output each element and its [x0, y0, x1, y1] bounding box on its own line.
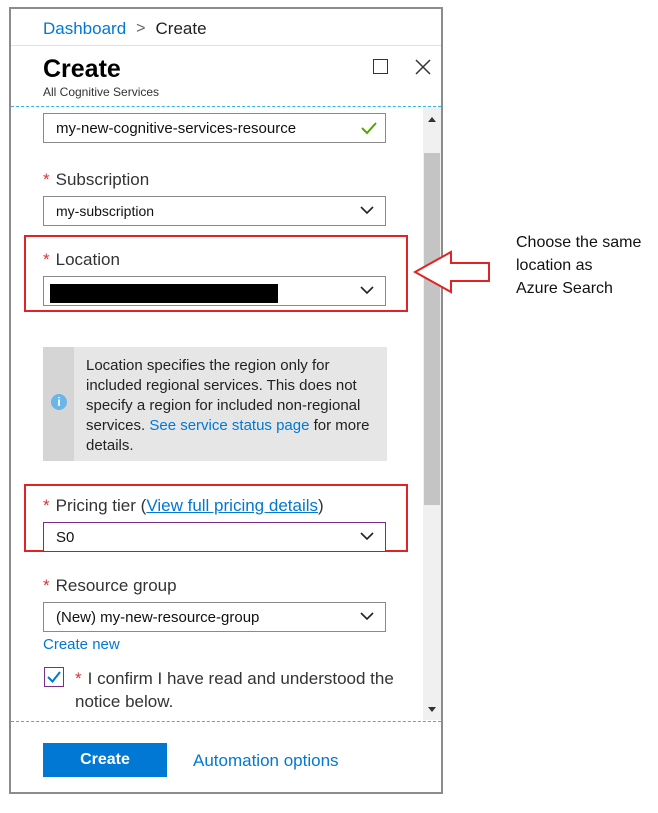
- create-blade: Dashboard > Create Create All Cognitive …: [9, 7, 443, 794]
- scrollbar-thumb[interactable]: [424, 153, 440, 505]
- required-marker: *: [75, 669, 82, 688]
- blade-title: Create: [43, 55, 121, 83]
- subscription-label-text: Subscription: [55, 170, 150, 189]
- chevron-down-icon: [360, 532, 374, 541]
- checkmark-icon: [47, 671, 61, 684]
- subscription-label: * Subscription: [43, 170, 149, 190]
- chevron-down-icon: [360, 206, 374, 215]
- info-icon: i: [51, 394, 67, 410]
- breadcrumb-current: Create: [155, 19, 207, 38]
- breadcrumb-dashboard-link[interactable]: Dashboard: [43, 19, 126, 39]
- service-status-link[interactable]: See service status page: [149, 417, 309, 434]
- resource-name-input[interactable]: my-new-cognitive-services-resource: [43, 113, 386, 143]
- required-marker: *: [43, 170, 50, 189]
- create-button[interactable]: Create: [43, 743, 167, 777]
- breadcrumb-divider: [11, 45, 441, 46]
- subscription-dropdown[interactable]: my-subscription: [43, 196, 386, 226]
- pricing-tier-dropdown[interactable]: S0: [43, 522, 386, 552]
- subscription-value: my-subscription: [56, 203, 155, 219]
- create-new-resource-group-link[interactable]: Create new: [43, 636, 120, 653]
- close-icon: [415, 59, 431, 75]
- footer-divider: [11, 721, 441, 722]
- view-pricing-details-link[interactable]: View full pricing details: [146, 496, 318, 515]
- location-dropdown[interactable]: [43, 276, 386, 306]
- scroll-down-arrow-icon[interactable]: [427, 706, 437, 714]
- annotation-line-1: Choose the same: [516, 234, 642, 251]
- annotation-line-2: location as: [516, 257, 593, 274]
- chevron-down-icon: [360, 612, 374, 621]
- resource-group-dropdown[interactable]: (New) my-new-resource-group: [43, 602, 386, 632]
- confirm-checkbox[interactable]: [44, 667, 64, 687]
- location-label: * Location: [43, 250, 120, 270]
- required-marker: *: [43, 576, 50, 595]
- annotation-note: Choose the same location as Azure Search: [516, 231, 656, 300]
- scroll-up-arrow-icon[interactable]: [427, 115, 437, 123]
- pricing-tier-label-text: Pricing tier: [55, 496, 136, 515]
- close-button[interactable]: [413, 57, 433, 77]
- blade-subtitle: All Cognitive Services: [43, 85, 160, 99]
- required-marker: *: [43, 496, 50, 515]
- breadcrumb-separator: >: [136, 20, 146, 37]
- resource-group-label: * Resource group: [43, 576, 177, 596]
- chevron-down-icon: [360, 286, 374, 295]
- automation-options-link[interactable]: Automation options: [193, 751, 339, 771]
- maximize-button[interactable]: [371, 57, 391, 77]
- annotation-line-3: Azure Search: [516, 280, 613, 297]
- paren-close: ): [318, 496, 324, 515]
- confirm-text-body: I confirm I have read and understood the…: [75, 669, 394, 711]
- breadcrumb: Dashboard > Create: [43, 17, 207, 41]
- info-text: Location specifies the region only for i…: [86, 356, 384, 456]
- location-info-box: i Location specifies the region only for…: [43, 347, 387, 461]
- resource-group-value: (New) my-new-resource-group: [56, 608, 260, 626]
- confirm-text: * I confirm I have read and understood th…: [75, 667, 395, 713]
- resource-group-label-text: Resource group: [55, 576, 177, 595]
- vertical-scrollbar[interactable]: [423, 107, 441, 720]
- location-label-text: Location: [55, 250, 120, 269]
- resource-name-value: my-new-cognitive-services-resource: [56, 119, 297, 137]
- required-marker: *: [43, 250, 50, 269]
- location-redacted-value: [50, 284, 278, 303]
- pricing-tier-label: * Pricing tier (View full pricing details…: [43, 496, 324, 516]
- form-scroll-area: my-new-cognitive-services-resource * Subs…: [11, 107, 441, 720]
- annotation-arrow-icon: [413, 250, 490, 294]
- valid-check-icon: [361, 122, 377, 135]
- maximize-icon: [373, 59, 388, 74]
- pricing-tier-value: S0: [56, 528, 75, 546]
